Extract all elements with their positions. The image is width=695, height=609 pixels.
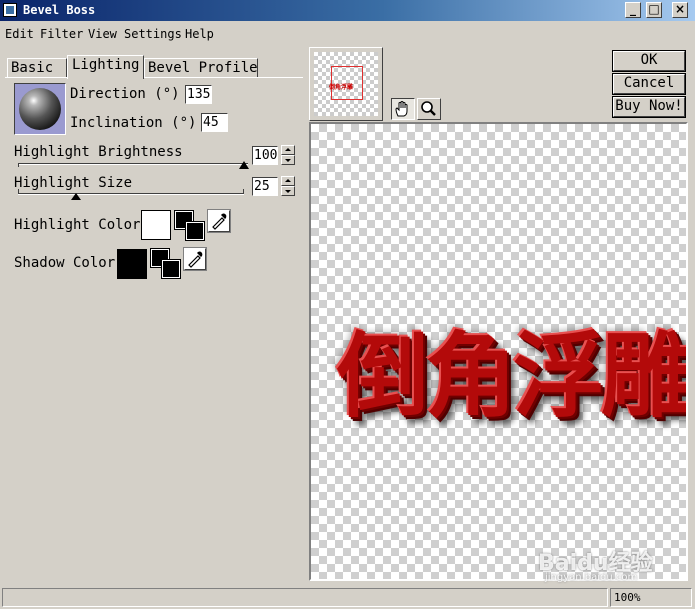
cancel-button[interactable]: Cancel [612,73,686,95]
menu-edit[interactable]: Edit [5,27,34,41]
navigator-thumbnail[interactable]: 倒角浮雕 [309,47,383,121]
spin-up-arrow-icon[interactable] [281,176,295,186]
highlight-size-input[interactable] [252,177,278,196]
preview-canvas[interactable]: 倒角浮雕 [309,122,688,581]
spin-down-arrow-icon[interactable] [281,155,295,165]
zoom-tool-button[interactable] [417,98,441,120]
highlight-brightness-input[interactable] [252,146,278,165]
status-bar: 100% [0,585,695,609]
swap-colors-icon[interactable] [150,248,181,279]
menu-filter[interactable]: Filter [40,27,83,41]
title-bar[interactable]: Bevel Boss _ □ × [0,0,695,21]
highlight-size-spinner[interactable] [281,176,295,196]
inclination-input[interactable] [201,113,228,132]
slider-tick [18,163,19,167]
highlight-size-slider[interactable] [18,193,244,195]
status-message [2,588,608,607]
swap-colors-icon[interactable] [174,210,205,241]
hand-icon [395,101,408,117]
tab-bevel-profile[interactable]: Bevel Profile [144,58,258,78]
slider-tick [18,189,19,193]
thumbnail-text: 倒角浮雕 [329,84,354,91]
highlight-color-label: Highlight Color [14,217,141,233]
window-title: Bevel Boss [23,3,96,17]
minimize-button[interactable]: _ [625,2,641,18]
spin-up-arrow-icon[interactable] [281,145,295,155]
highlight-size-thumb[interactable] [71,193,81,200]
close-button[interactable]: × [672,2,688,18]
buy-now-button[interactable]: Buy Now! [612,96,686,118]
highlight-color-swatch[interactable] [141,210,171,240]
highlight-brightness-slider[interactable] [18,163,248,165]
highlight-brightness-thumb[interactable] [239,161,249,169]
direction-input[interactable] [185,85,212,104]
zoom-level: 100% [610,588,692,607]
highlight-brightness-label: Highlight Brightness [14,144,183,160]
ok-button[interactable]: OK [612,50,686,72]
hand-tool-button[interactable] [391,98,415,120]
preview-bevel-text: 倒角浮雕 [337,323,688,430]
tab-panel-border [5,77,303,78]
light-sphere-preview[interactable] [14,83,66,135]
thumbnail-canvas: 倒角浮雕 [314,52,378,116]
app-icon [3,3,17,17]
inclination-label: Inclination (°) [70,115,197,131]
tab-lighting[interactable]: Lighting [67,55,144,79]
eyedropper-icon [188,251,203,268]
menu-settings[interactable]: Settings [124,27,182,41]
slider-tick [243,189,244,193]
menu-view[interactable]: View [88,27,117,41]
highlight-size-label: Highlight Size [14,175,133,191]
shadow-eyedropper-button[interactable] [183,247,207,271]
menu-help[interactable]: Help [185,27,214,41]
maximize-button[interactable]: □ [646,2,662,18]
shadow-color-label: Shadow Color [14,255,116,271]
spin-down-arrow-icon[interactable] [281,186,295,196]
eyedropper-icon [212,213,227,230]
watermark-url: jingyan.baidu.com [545,572,638,583]
shadow-color-swatch[interactable] [117,249,147,279]
highlight-brightness-spinner[interactable] [281,145,295,165]
magnifier-icon [421,101,436,116]
tab-basic[interactable]: Basic [7,58,67,78]
direction-label: Direction (°) [70,86,180,102]
highlight-eyedropper-button[interactable] [207,209,231,233]
